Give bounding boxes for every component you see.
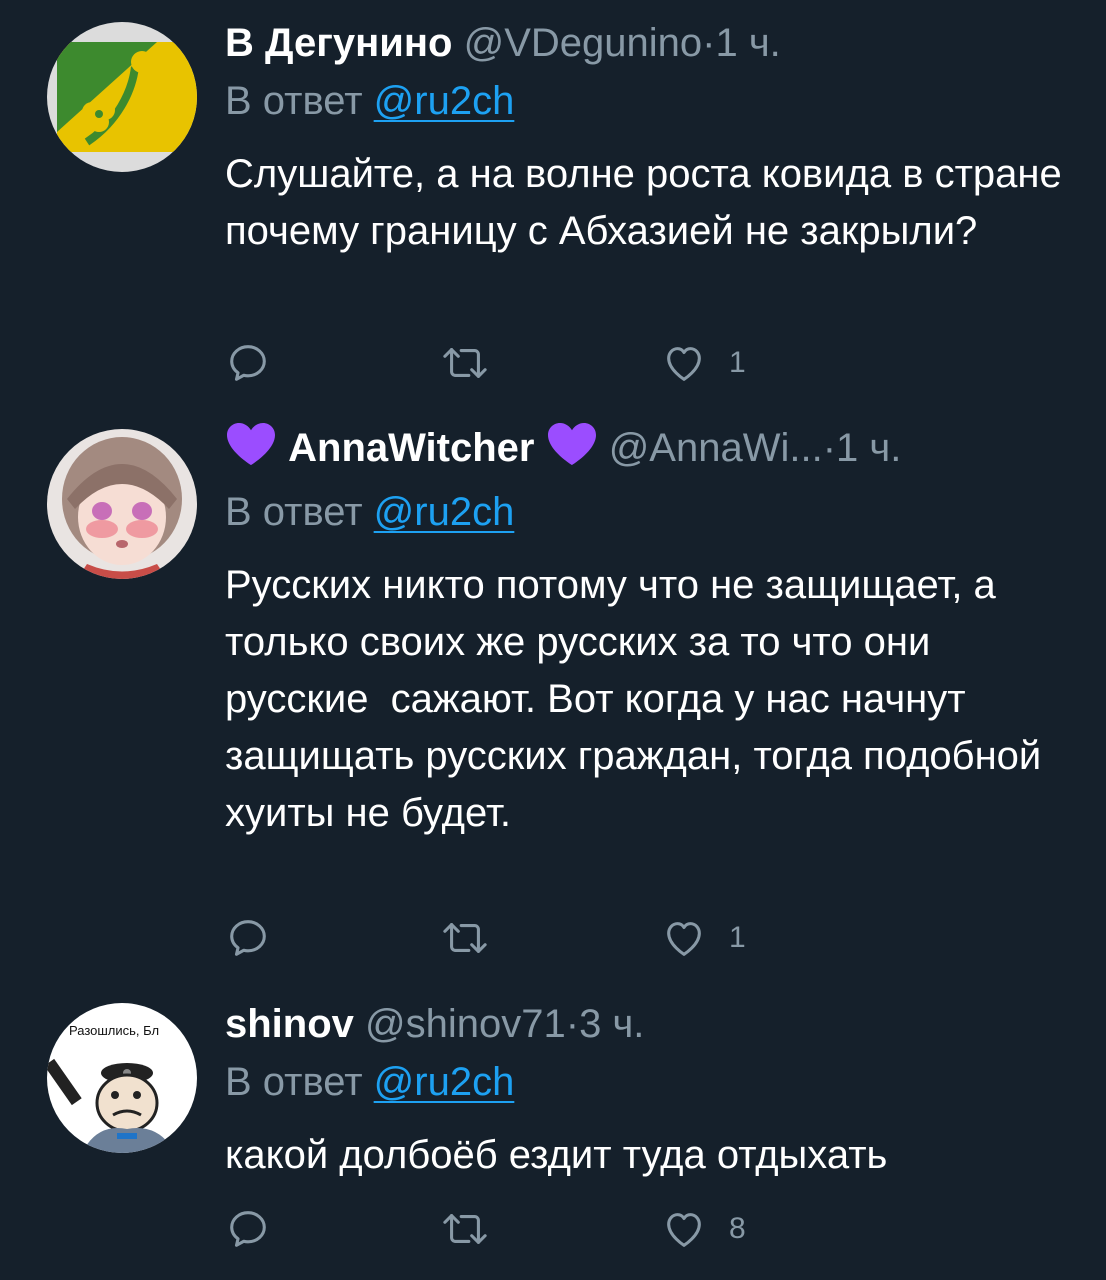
tweet-text: какой долбоёб ездит туда отдыхать [225, 1133, 888, 1177]
purple-heart-emoji [546, 421, 598, 477]
reply-context: В ответ @ru2ch [225, 1059, 1066, 1105]
retweet-icon [443, 348, 487, 378]
tweet-content: AnnaWitcher @AnnaWi...·1 ч. В ответ @ru2… [225, 421, 1066, 842]
timestamp[interactable]: 1 ч. [715, 21, 780, 65]
retweet-button[interactable] [439, 1204, 491, 1254]
reply-mention-link[interactable]: @ru2ch [374, 79, 515, 123]
tweet-text: Слушайте, а на волне роста ковида в стра… [225, 152, 1073, 253]
heart-outline-icon [667, 347, 701, 381]
handle[interactable]: @shinov71 [365, 1002, 566, 1046]
retweet-icon [443, 923, 487, 953]
purple-heart-icon [227, 423, 275, 465]
reply-icon [230, 1211, 266, 1247]
like-count: 8 [729, 1212, 746, 1245]
separator-dot: · [702, 21, 716, 65]
reply-prefix: В ответ [225, 79, 363, 123]
reply-context: В ответ @ru2ch [225, 489, 1066, 535]
tweet-header: shinov @shinov71·3 ч. [225, 1001, 1066, 1047]
reply-button[interactable] [225, 913, 271, 963]
like-count: 1 [729, 346, 746, 379]
tweet-actions: 1 [225, 338, 845, 388]
tweet-content: В Дегунино @VDegunino·1 ч. В ответ @ru2c… [225, 20, 1066, 260]
separator-dot: · [565, 1002, 580, 1046]
reply-mention-link[interactable]: @ru2ch [374, 1060, 515, 1104]
avatar-caption: Разошлись, Бл [69, 1023, 159, 1038]
avatar-annawitcher[interactable] [47, 429, 197, 579]
reply-button[interactable] [225, 1204, 271, 1254]
reply-button[interactable] [225, 338, 271, 388]
tweet-actions: 8 [225, 1204, 845, 1254]
handle[interactable]: @AnnaWi... [609, 426, 823, 470]
handle[interactable]: @VDegunino [464, 21, 703, 65]
like-count: 1 [729, 921, 746, 954]
tweet-actions: 1 [225, 913, 845, 963]
retweet-button[interactable] [439, 913, 491, 963]
separator-dot: · [822, 426, 837, 470]
reply-icon [230, 920, 266, 956]
display-name[interactable]: AnnaWitcher [288, 426, 534, 470]
purple-heart-icon [547, 423, 596, 465]
tweet-header: AnnaWitcher @AnnaWi...·1 ч. [225, 421, 1066, 477]
reply-prefix: В ответ [225, 1060, 363, 1104]
avatar-vdegunino[interactable] [47, 22, 197, 172]
heart-outline-icon [667, 922, 701, 956]
cartoon-policeman-avatar-image: Разошлись, Бл [47, 1003, 197, 1153]
reply-prefix: В ответ [225, 490, 363, 534]
timestamp[interactable]: 3 ч. [579, 1002, 644, 1046]
heart-outline-icon [667, 1213, 701, 1247]
anime-girl-avatar-image [47, 429, 197, 579]
timestamp[interactable]: 1 ч. [836, 426, 901, 470]
like-button[interactable]: 8 [661, 1204, 746, 1254]
reply-timeline: В Дегунино @VDegunino·1 ч. В ответ @ru2c… [0, 0, 1106, 1280]
flag-clover-avatar-image [47, 22, 197, 172]
retweet-button[interactable] [439, 338, 491, 388]
reply-mention-link[interactable]: @ru2ch [374, 490, 515, 534]
tweet-text: Русских никто потому что не защищает, а … [225, 563, 1053, 835]
tweet-header: В Дегунино @VDegunino·1 ч. [225, 20, 1066, 66]
display-name[interactable]: shinov [225, 1002, 354, 1046]
reply-context: В ответ @ru2ch [225, 78, 1066, 124]
tweet-content: shinov @shinov71·3 ч. В ответ @ru2ch как… [225, 1001, 1066, 1184]
purple-heart-emoji [225, 421, 277, 477]
reply-icon [230, 345, 266, 381]
like-button[interactable]: 1 [661, 338, 746, 388]
like-button[interactable]: 1 [661, 913, 746, 963]
avatar-shinov[interactable]: Разошлись, Бл [47, 1003, 197, 1153]
display-name[interactable]: В Дегунино [225, 21, 452, 65]
retweet-icon [443, 1214, 487, 1244]
